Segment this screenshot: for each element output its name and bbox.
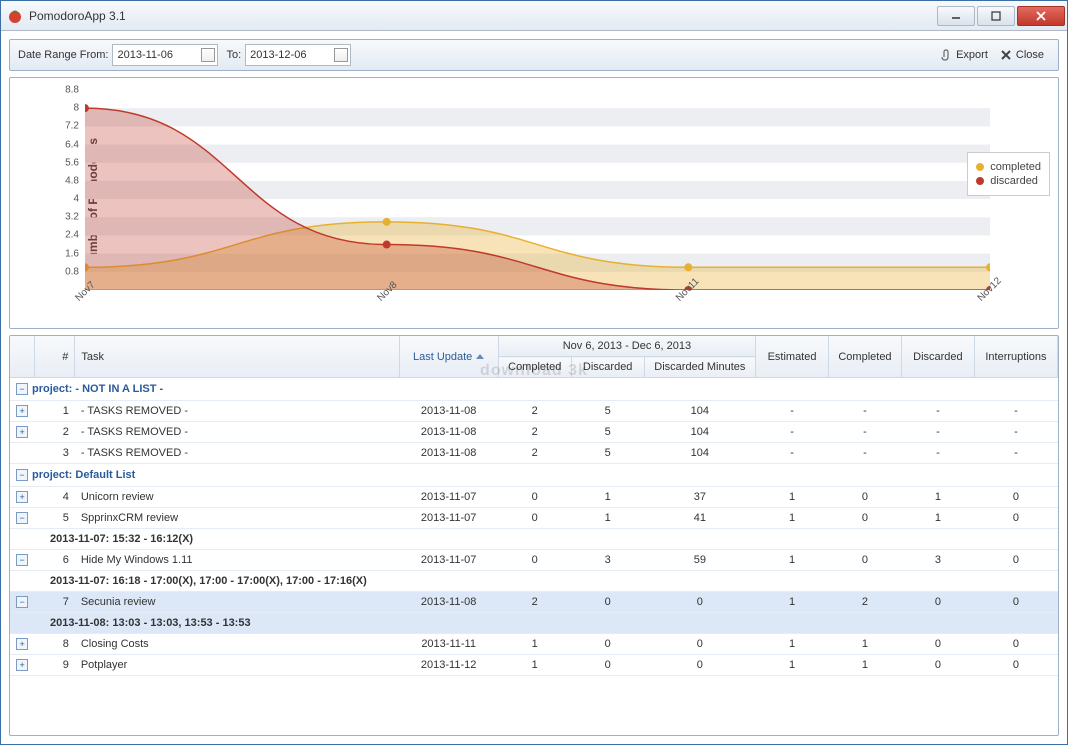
chart-y-tick: 8.8 xyxy=(65,85,79,96)
chart-y-tick: 4 xyxy=(73,194,79,205)
expand-icon[interactable]: + xyxy=(16,638,28,650)
chart-y-tick: 2.4 xyxy=(65,230,79,241)
chart-legend: completed discarded xyxy=(967,152,1050,196)
close-panel-label: Close xyxy=(1016,49,1044,61)
close-panel-button[interactable]: Close xyxy=(994,44,1050,66)
collapse-icon[interactable]: − xyxy=(16,596,28,608)
calendar-icon[interactable] xyxy=(201,48,215,62)
legend-entry-completed: completed xyxy=(976,161,1041,173)
chart-y-tick: 0.8 xyxy=(65,266,79,277)
legend-dot-icon xyxy=(976,177,984,185)
legend-dot-icon xyxy=(976,163,984,171)
date-from-input[interactable]: 2013-11-06 xyxy=(112,44,218,66)
collapse-icon[interactable]: − xyxy=(16,554,28,566)
paperclip-icon xyxy=(938,48,952,62)
col-last-update[interactable]: Last Update xyxy=(399,336,498,378)
collapse-icon[interactable]: − xyxy=(16,469,28,481)
col-num[interactable]: # xyxy=(34,336,75,378)
report-table: # Task Last Update Nov 6, 2013 - Dec 6, … xyxy=(10,336,1058,676)
col-completed[interactable]: Completed xyxy=(829,336,902,378)
col-date-range[interactable]: Nov 6, 2013 - Dec 6, 2013 xyxy=(498,336,755,357)
minimize-button[interactable] xyxy=(937,6,975,26)
app-window: PomodoroApp 3.1 Date Range From: 2013-11… xyxy=(0,0,1068,745)
table-row[interactable]: −6Hide My Windows 1.112013-11-0703591030 xyxy=(10,550,1058,571)
chart-y-tick: 4.8 xyxy=(65,175,79,186)
table-row[interactable]: +4Unicorn review2013-11-0701371010 xyxy=(10,487,1058,508)
table-row[interactable]: −5SpprinxCRM review2013-11-0701411010 xyxy=(10,508,1058,529)
chart-y-tick: 8 xyxy=(73,103,79,114)
col-task[interactable]: Task xyxy=(75,336,399,378)
calendar-icon[interactable] xyxy=(334,48,348,62)
table-group-row[interactable]: −project: Default List xyxy=(10,464,1058,487)
chart-y-tick: 7.2 xyxy=(65,121,79,132)
collapse-icon[interactable]: − xyxy=(16,383,28,395)
toolbar: Date Range From: 2013-11-06 To: 2013-12-… xyxy=(9,39,1059,71)
col-interruptions[interactable]: Interruptions xyxy=(974,336,1057,378)
export-button[interactable]: Export xyxy=(932,44,994,66)
date-to-value: 2013-12-06 xyxy=(250,49,306,61)
col-range-discarded-min[interactable]: Discarded Minutes xyxy=(644,357,755,378)
date-to-label: To: xyxy=(226,49,241,61)
chart-y-tick: 1.6 xyxy=(65,248,79,259)
legend-entry-discarded: discarded xyxy=(976,175,1041,187)
table-row[interactable]: 3- TASKS REMOVED -2013-11-0825104---- xyxy=(10,443,1058,464)
expand-icon[interactable]: + xyxy=(16,491,28,503)
app-icon xyxy=(7,8,23,24)
expand-icon[interactable]: + xyxy=(16,659,28,671)
sort-asc-icon xyxy=(476,354,484,359)
col-range-discarded[interactable]: Discarded xyxy=(571,357,644,378)
table-panel: # Task Last Update Nov 6, 2013 - Dec 6, … xyxy=(9,335,1059,736)
col-expand[interactable] xyxy=(10,336,34,378)
date-from-label: Date Range From: xyxy=(18,49,108,61)
date-from-value: 2013-11-06 xyxy=(117,49,172,61)
col-estimated[interactable]: Estimated xyxy=(756,336,829,378)
table-row[interactable]: +8Closing Costs2013-11-111001100 xyxy=(10,634,1058,655)
table-row[interactable]: −7Secunia review2013-11-082001200 xyxy=(10,592,1058,613)
col-range-completed[interactable]: Completed xyxy=(498,357,571,378)
export-label: Export xyxy=(956,49,988,61)
window-title: PomodoroApp 3.1 xyxy=(29,9,935,23)
table-row[interactable]: +1- TASKS REMOVED -2013-11-0825104---- xyxy=(10,401,1058,422)
table-row[interactable]: +2- TASKS REMOVED -2013-11-0825104---- xyxy=(10,422,1058,443)
x-icon xyxy=(1000,49,1012,61)
table-detail-row: 2013-11-07: 16:18 - 17:00(X), 17:00 - 17… xyxy=(10,571,1058,592)
col-discarded[interactable]: Discarded xyxy=(901,336,974,378)
expand-icon[interactable]: + xyxy=(16,426,28,438)
chart-plot-area: 0.81.62.43.244.85.66.47.288.8Nov7Nov8Nov… xyxy=(85,90,990,290)
titlebar[interactable]: PomodoroApp 3.1 xyxy=(1,1,1067,31)
chart-y-tick: 3.2 xyxy=(65,212,79,223)
table-detail-row: 2013-11-07: 15:32 - 16:12(X) xyxy=(10,529,1058,550)
chart-panel: Number of Pomodoros 0.81.62.43.244.85.66… xyxy=(9,77,1059,329)
table-group-row[interactable]: −project: - NOT IN A LIST - xyxy=(10,378,1058,401)
table-body: −project: - NOT IN A LIST -+1- TASKS REM… xyxy=(10,378,1058,676)
chart-x-tick: Nov7 xyxy=(73,279,97,303)
maximize-button[interactable] xyxy=(977,6,1015,26)
content-area: Date Range From: 2013-11-06 To: 2013-12-… xyxy=(1,31,1067,744)
date-to-input[interactable]: 2013-12-06 xyxy=(245,44,351,66)
table-header: # Task Last Update Nov 6, 2013 - Dec 6, … xyxy=(10,336,1058,378)
chart-y-tick: 5.6 xyxy=(65,157,79,168)
table-row[interactable]: +9Potplayer2013-11-121001100 xyxy=(10,655,1058,676)
table-detail-row: 2013-11-08: 13:03 - 13:03, 13:53 - 13:53 xyxy=(10,613,1058,634)
collapse-icon[interactable]: − xyxy=(16,512,28,524)
chart-y-tick: 6.4 xyxy=(65,139,79,150)
close-button[interactable] xyxy=(1017,6,1065,26)
expand-icon[interactable]: + xyxy=(16,405,28,417)
